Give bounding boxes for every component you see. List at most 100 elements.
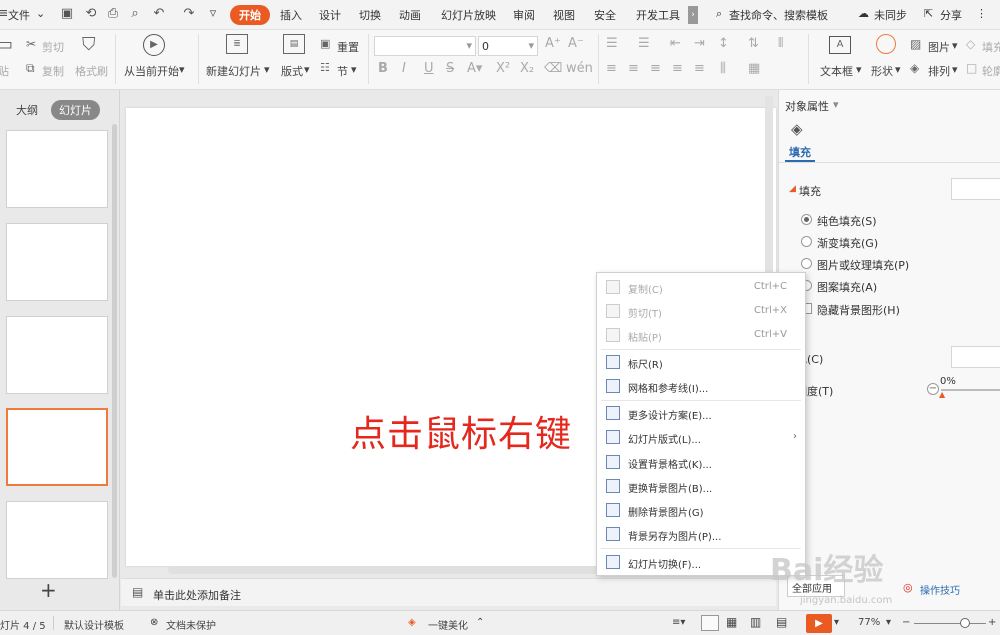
- normal-view-button[interactable]: [701, 615, 719, 631]
- slide-thumbnail-1[interactable]: [6, 130, 108, 208]
- chevron-up-icon[interactable]: ⌃: [476, 617, 484, 628]
- underline-icon[interactable]: U: [424, 61, 434, 76]
- chevron-down-icon[interactable]: ▾: [351, 63, 357, 76]
- add-slide-button[interactable]: +: [40, 578, 57, 602]
- cut-button[interactable]: 剪切: [42, 39, 64, 55]
- customize-icon[interactable]: ▿: [204, 5, 222, 23]
- chevron-down-icon[interactable]: ▾: [895, 63, 901, 76]
- horizontal-scrollbar[interactable]: [168, 566, 598, 574]
- textbox-button[interactable]: 文本框: [820, 63, 853, 79]
- tab-fill[interactable]: 填充: [789, 144, 811, 160]
- tab-transition[interactable]: 切换: [359, 7, 381, 23]
- align-left-icon[interactable]: ≡: [606, 61, 617, 76]
- menu-item-more-designs[interactable]: 更多设计方案(E)...: [597, 402, 805, 424]
- phonetic-icon[interactable]: wén: [566, 61, 593, 76]
- picture-button[interactable]: 图片: [928, 39, 950, 55]
- reset-icon[interactable]: ▣: [320, 37, 330, 50]
- superscript-icon[interactable]: X²: [496, 61, 510, 76]
- zoom-slider-handle[interactable]: [960, 618, 970, 628]
- template-name[interactable]: 默认设计模板: [64, 617, 124, 632]
- save-icon[interactable]: ▣: [58, 5, 76, 23]
- copy-button[interactable]: 复制: [42, 63, 64, 79]
- shapes-icon[interactable]: [876, 34, 896, 54]
- bullet-list-icon[interactable]: ☰: [606, 36, 618, 51]
- share-button[interactable]: 分享: [940, 7, 962, 23]
- increase-font-icon[interactable]: A⁺: [545, 36, 561, 51]
- option-picture-fill[interactable]: 图片或纹理填充(P): [817, 257, 909, 273]
- convert-smartart-icon[interactable]: ▦: [748, 61, 760, 76]
- option-hide-background[interactable]: 隐藏背景图形(H): [817, 302, 900, 318]
- search-icon[interactable]: ⌕: [716, 7, 722, 21]
- decrease-indent-icon[interactable]: ⇤: [670, 36, 681, 51]
- paste-icon[interactable]: ▭: [0, 34, 13, 55]
- numbered-list-icon[interactable]: ☰: [638, 36, 650, 51]
- zoom-slider[interactable]: [914, 623, 986, 624]
- section-icon[interactable]: ☷: [320, 61, 330, 74]
- chevron-down-icon[interactable]: ▾: [952, 39, 958, 52]
- increase-indent-icon[interactable]: ⇥: [694, 36, 705, 51]
- font-size-input[interactable]: 0 ▾: [478, 36, 538, 56]
- chevron-down-icon[interactable]: ▾: [886, 617, 891, 628]
- beautify-button[interactable]: 一键美化: [428, 617, 468, 632]
- tab-security[interactable]: 安全: [594, 7, 616, 23]
- strikethrough-icon[interactable]: S: [446, 61, 454, 76]
- cut-icon[interactable]: ✂: [26, 37, 36, 51]
- paint-bucket-icon[interactable]: ◈: [791, 120, 803, 138]
- chevron-down-icon[interactable]: ▾: [833, 98, 839, 111]
- picture-icon[interactable]: ▨: [910, 37, 921, 51]
- radio-picture-fill[interactable]: [801, 258, 812, 269]
- chevron-down-icon[interactable]: ▾: [304, 63, 310, 76]
- line-spacing-icon[interactable]: ↕: [718, 36, 729, 51]
- arrange-button[interactable]: 排列: [928, 63, 950, 79]
- slider-handle-icon[interactable]: ▲: [939, 390, 945, 399]
- fill-icon[interactable]: ◇: [966, 37, 975, 51]
- tab-view[interactable]: 视图: [553, 7, 575, 23]
- menu-item-ruler[interactable]: 标尺(R): [597, 351, 805, 373]
- italic-icon[interactable]: I: [402, 61, 406, 76]
- menu-item-delete-bg-image[interactable]: 删除背景图片(G): [597, 499, 805, 521]
- menu-item-paste[interactable]: 粘贴(P) Ctrl+V: [597, 324, 805, 346]
- slide-thumbnail-4[interactable]: [6, 408, 108, 486]
- align-text-icon[interactable]: ⫴: [778, 36, 783, 51]
- paste-button[interactable]: 贴: [0, 63, 9, 79]
- align-right-icon[interactable]: ≡: [650, 61, 661, 76]
- slide-thumbnail-2[interactable]: [6, 223, 108, 301]
- layout-icon[interactable]: ▤: [283, 34, 305, 54]
- fill-button[interactable]: 填充: [982, 39, 1000, 55]
- arrange-icon[interactable]: ◈: [910, 61, 919, 75]
- align-center-icon[interactable]: ≡: [628, 61, 639, 76]
- more-tabs-button[interactable]: ›: [688, 6, 698, 24]
- justify-icon[interactable]: ≡: [672, 61, 683, 76]
- new-slide-button[interactable]: 新建幻灯片: [206, 63, 261, 79]
- tips-link[interactable]: 操作技巧: [920, 582, 960, 597]
- presenter-view-icon[interactable]: ▤: [776, 615, 787, 629]
- slide-thumbnail-5[interactable]: [6, 501, 108, 579]
- copy-icon[interactable]: ⧉: [26, 61, 35, 76]
- print-preview-icon[interactable]: ⌕: [126, 5, 144, 23]
- tab-developer[interactable]: 开发工具: [636, 7, 680, 23]
- tips-icon[interactable]: ◎: [903, 581, 913, 594]
- color-picker[interactable]: [951, 346, 1000, 368]
- chevron-down-icon[interactable]: ⌄: [36, 7, 45, 20]
- chevron-down-icon[interactable]: ▾: [179, 63, 185, 76]
- tab-home[interactable]: 开始: [230, 5, 270, 25]
- shape-button[interactable]: 形状: [871, 63, 893, 79]
- notes-toggle-icon[interactable]: ≡▾: [672, 617, 685, 628]
- share-icon[interactable]: ⇱: [924, 7, 933, 20]
- menu-item-save-bg-image[interactable]: 背景另存为图片(P)...: [597, 523, 805, 545]
- slide-thumbnail-3[interactable]: [6, 316, 108, 394]
- clear-format-icon[interactable]: ⌫: [544, 61, 562, 76]
- fill-preset-dropdown[interactable]: [951, 178, 1000, 200]
- sync-status[interactable]: 未同步: [874, 7, 907, 23]
- menu-item-copy[interactable]: 复制(C) Ctrl+C: [597, 276, 805, 298]
- radio-gradient-fill[interactable]: [801, 236, 812, 247]
- section-button[interactable]: 节: [337, 63, 348, 79]
- tab-slides[interactable]: 幻灯片: [51, 100, 100, 120]
- format-painter-icon[interactable]: ⛉: [82, 34, 96, 55]
- subscript-icon[interactable]: X₂: [520, 61, 534, 76]
- reading-view-icon[interactable]: ▥: [750, 615, 761, 629]
- minus-icon[interactable]: −: [927, 383, 939, 395]
- file-menu[interactable]: 文件: [8, 7, 30, 23]
- menu-item-cut[interactable]: 剪切(T) Ctrl+X: [597, 300, 805, 322]
- zoom-in-icon[interactable]: +: [988, 617, 996, 628]
